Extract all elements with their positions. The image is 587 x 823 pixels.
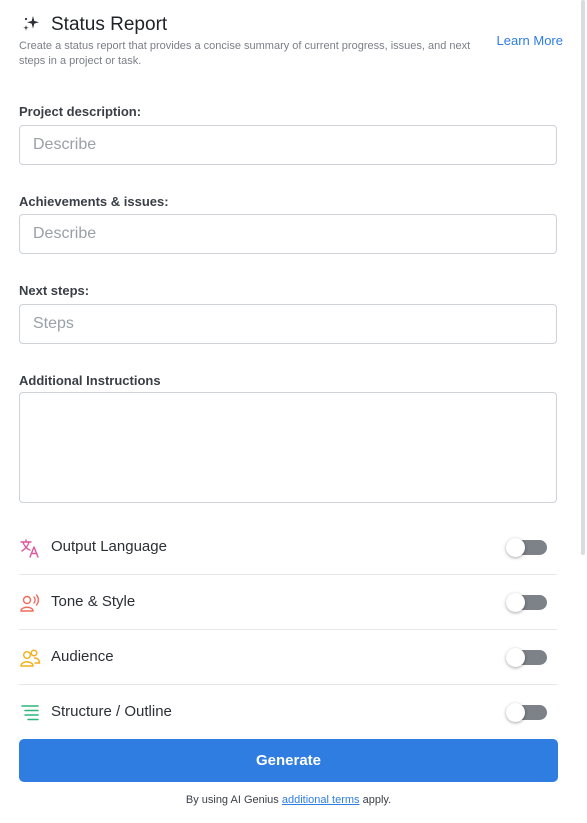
option-structure-outline[interactable]: Structure / Outline [19, 685, 557, 740]
sparkle-icon [23, 16, 39, 31]
page-subtitle: Create a status report that provides a c… [19, 40, 471, 67]
option-label: Audience [51, 648, 114, 665]
option-label: Structure / Outline [51, 703, 172, 720]
scrollbar[interactable] [581, 0, 585, 555]
audience-toggle[interactable] [506, 648, 547, 667]
people-icon [20, 649, 41, 667]
option-label: Output Language [51, 538, 167, 555]
next-steps-input[interactable] [19, 304, 557, 344]
option-output-language[interactable]: Output Language [19, 520, 557, 575]
option-audience[interactable]: Audience [19, 630, 557, 685]
additional-instructions-textarea[interactable] [19, 392, 557, 503]
next-steps-label: Next steps: [19, 283, 90, 298]
page-title: Status Report [51, 14, 168, 35]
generate-button[interactable]: Generate [19, 739, 558, 782]
toggle-knob [506, 648, 525, 667]
terms-prefix: By using AI Genius [185, 794, 279, 806]
structure-outline-toggle[interactable] [506, 703, 547, 722]
toggle-knob [506, 703, 525, 722]
terms-notice: By using AI Genius additional terms appl… [0, 794, 577, 806]
project-description-label: Project description: [19, 104, 142, 119]
header: Status Report Create a status report tha… [19, 12, 569, 72]
toggle-knob [506, 593, 525, 612]
speaking-person-icon [20, 594, 40, 612]
toggle-knob [506, 538, 525, 557]
translate-icon [20, 539, 39, 558]
achievements-label: Achievements & issues: [19, 194, 169, 209]
terms-suffix: apply. [362, 794, 392, 806]
achievements-input[interactable] [19, 214, 557, 254]
additional-instructions-label: Additional Instructions [19, 373, 161, 388]
project-description-input[interactable] [19, 125, 557, 165]
outline-list-icon [21, 705, 39, 721]
tone-style-toggle[interactable] [506, 593, 547, 612]
option-label: Tone & Style [51, 593, 136, 610]
additional-terms-link[interactable]: additional terms [282, 794, 360, 806]
output-language-toggle[interactable] [506, 538, 547, 557]
clipped-option-row [19, 815, 557, 823]
learn-more-link[interactable]: Learn More [497, 33, 563, 48]
option-tone-style[interactable]: Tone & Style [19, 575, 557, 630]
